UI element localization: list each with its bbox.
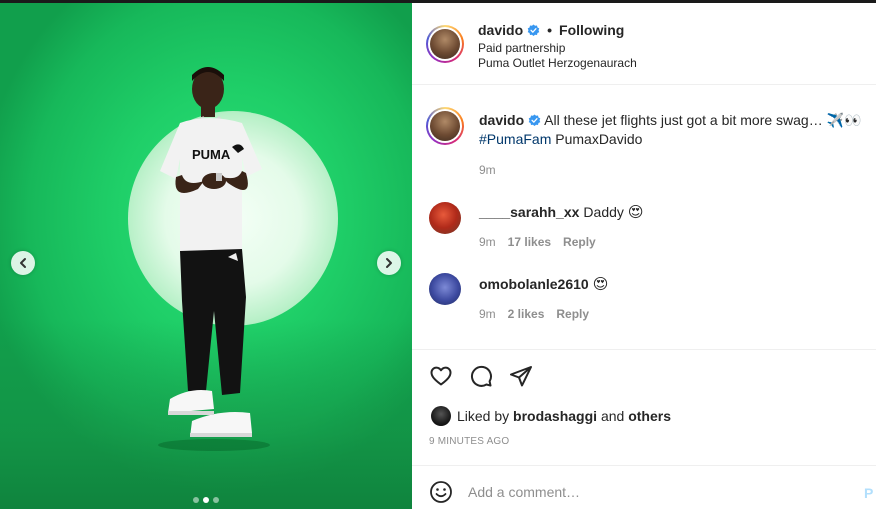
post-header: davido • Following xyxy=(478,22,624,38)
caption-timestamp[interactable]: 9m xyxy=(479,163,496,177)
header-divider xyxy=(412,84,876,85)
chevron-right-icon xyxy=(386,258,392,268)
hashtag-link[interactable]: #PumaFam xyxy=(479,131,551,147)
caption-text-end: PumaxDavido xyxy=(555,131,643,147)
comment: omobolanle2610 😍 xyxy=(479,275,608,293)
liked-by-prefix: Liked by xyxy=(457,408,510,424)
paper-plane-icon xyxy=(510,366,532,387)
header-separator: • xyxy=(547,22,553,38)
share-button[interactable] xyxy=(509,364,533,388)
verified-badge-icon xyxy=(527,23,540,36)
emoji-picker-button[interactable] xyxy=(429,480,453,504)
comment-likes[interactable]: 17 likes xyxy=(508,235,551,249)
comment-time[interactable]: 9m xyxy=(479,307,496,321)
comment-emoji: 😍 xyxy=(627,203,644,221)
caption-avatar[interactable] xyxy=(426,107,464,145)
slide-indicator xyxy=(193,497,219,503)
svg-text:PUMA: PUMA xyxy=(192,147,231,162)
likes-others-link[interactable]: others xyxy=(628,408,671,424)
comment: ____sarahh_xx Daddy 😍 xyxy=(479,203,644,221)
post-media[interactable]: PUMA xyxy=(0,3,412,509)
previous-slide-button[interactable] xyxy=(11,251,35,275)
liker-avatar[interactable] xyxy=(431,406,451,426)
model-photo: PUMA xyxy=(158,67,270,451)
liked-by: Liked by brodashaggi and others xyxy=(457,408,671,424)
chevron-left-icon xyxy=(20,258,26,268)
slide-dot xyxy=(203,497,209,503)
comment-input[interactable] xyxy=(468,481,848,503)
smiley-icon xyxy=(430,481,452,503)
author-username[interactable]: davido xyxy=(478,22,523,38)
paid-partnership-label[interactable]: Paid partnership xyxy=(478,41,565,55)
post-details-panel: davido • Following Paid partnership Puma… xyxy=(412,3,876,509)
following-button[interactable]: Following xyxy=(559,22,624,38)
author-avatar[interactable] xyxy=(426,25,464,63)
comment-username[interactable]: ____sarahh_xx xyxy=(479,204,579,220)
verified-badge-icon xyxy=(528,114,541,127)
commenter-avatar[interactable] xyxy=(429,202,461,234)
next-slide-button[interactable] xyxy=(377,251,401,275)
slide-dot xyxy=(193,497,199,503)
actions-divider xyxy=(412,349,876,350)
comment-time[interactable]: 9m xyxy=(479,235,496,249)
caption-text: All these jet flights just got a bit mor… xyxy=(544,112,862,128)
heart-icon xyxy=(430,366,452,386)
comment-likes[interactable]: 2 likes xyxy=(508,307,545,321)
post-comment-button[interactable]: P xyxy=(864,485,873,501)
comment-meta: 9m 17 likes Reply xyxy=(479,235,596,249)
comment-emoji: 😍 xyxy=(592,275,609,293)
post-caption: davido All these jet flights just got a … xyxy=(479,111,871,149)
liked-by-conj: and xyxy=(600,408,625,424)
comment-text: Daddy xyxy=(583,204,624,220)
slide-dot xyxy=(213,497,219,503)
location-link[interactable]: Puma Outlet Herzogenaurach xyxy=(478,56,637,70)
reply-button[interactable]: Reply xyxy=(563,235,596,249)
post-timestamp[interactable]: 9 MINUTES AGO xyxy=(429,436,509,447)
caption-username[interactable]: davido xyxy=(479,112,524,128)
composer-divider xyxy=(412,465,876,466)
comment-meta: 9m 2 likes Reply xyxy=(479,307,589,321)
liker-username[interactable]: brodashaggi xyxy=(513,408,597,424)
speech-bubble-icon xyxy=(470,365,492,387)
comment-button[interactable] xyxy=(469,364,493,388)
reply-button[interactable]: Reply xyxy=(556,307,589,321)
comment-username[interactable]: omobolanle2610 xyxy=(479,276,589,292)
commenter-avatar[interactable] xyxy=(429,273,461,305)
like-button[interactable] xyxy=(429,364,453,388)
